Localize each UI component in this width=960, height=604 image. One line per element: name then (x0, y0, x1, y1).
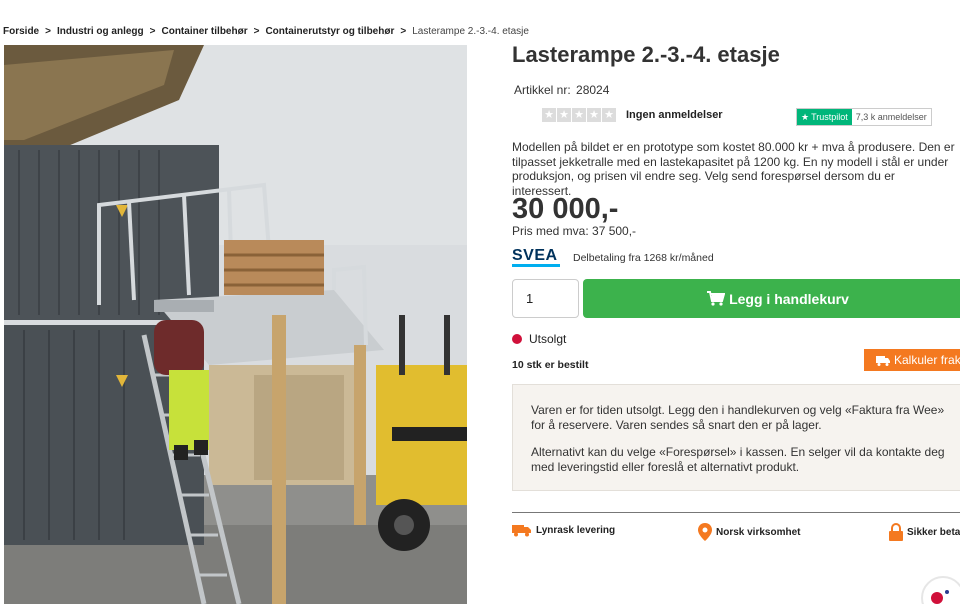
cart-icon (707, 291, 726, 306)
truck-icon (512, 525, 531, 537)
notice-paragraph-2: Alternativt kan du velge «Forespørsel» i… (531, 445, 945, 474)
breadcrumb-link-home[interactable]: Forside (3, 26, 39, 37)
usp-fast-delivery: Lynrask levering (512, 523, 615, 537)
usp-label: Sikker betaling (907, 526, 960, 538)
add-to-cart-button[interactable]: Legg i handlekurv (583, 279, 960, 318)
usp-label: Norsk virksomhet (716, 526, 801, 538)
location-pin-icon (698, 523, 712, 541)
usp-bar: Lynrask levering Norsk virksomhet Sikker… (512, 523, 960, 543)
star-icon: ★ (572, 108, 586, 122)
out-of-stock-notice: Varen er for tiden utsolgt. Legg den i h… (512, 384, 960, 491)
trustpilot-widget[interactable]: ★ Trustpilot 7,3 k anmeldelser (796, 108, 932, 126)
article-number-label: Artikkel nr: (514, 83, 571, 97)
financing-text: Delbetaling fra 1268 kr/måned (573, 252, 714, 264)
review-rating[interactable]: ★ ★ ★ ★ ★ Ingen anmeldelser (542, 108, 723, 122)
reviews-label: Ingen anmeldelser (626, 109, 723, 121)
star-icon: ★ (542, 108, 556, 122)
trustpilot-brand: Trustpilot (811, 112, 848, 122)
product-price: 30 000,- (512, 193, 619, 225)
breadcrumb-separator: > (45, 26, 51, 37)
star-rating: ★ ★ ★ ★ ★ (542, 108, 616, 122)
breadcrumb-separator: > (253, 26, 260, 37)
out-of-stock-dot-icon (512, 334, 522, 344)
article-number: Artikkel nr: 28024 (512, 83, 609, 97)
trustpilot-logo: ★ Trustpilot (797, 109, 852, 125)
calculate-shipping-button[interactable]: Kalkuler frakt (864, 349, 960, 371)
add-to-cart-label: Legg i handlekurv (729, 290, 849, 307)
stock-status: Utsolgt (512, 332, 566, 346)
usp-secure-payment: Sikker betaling (889, 523, 960, 541)
trust-badge[interactable] (921, 576, 960, 604)
star-icon: ★ (587, 108, 601, 122)
notice-paragraph-1: Varen er for tiden utsolgt. Legg den i h… (531, 403, 945, 432)
product-title: Lasterampe 2.-3.-4. etasje (512, 42, 780, 67)
divider (512, 512, 960, 513)
trustpilot-review-count: 7,3 k anmeldelser (855, 112, 927, 122)
breadcrumb-link-industry[interactable]: Industri og anlegg (57, 26, 144, 37)
breadcrumb: Forside > Industri og anlegg > Container til… (3, 26, 529, 37)
calculate-shipping-label: Kalkuler frakt (894, 353, 960, 367)
quantity-input[interactable] (512, 279, 579, 318)
product-photo-illustration (4, 45, 467, 604)
ordered-quantity: 10 stk er bestilt (512, 359, 589, 371)
truck-icon (876, 355, 890, 366)
lock-icon (889, 523, 903, 541)
usp-label: Lynrask levering (536, 524, 616, 536)
breadcrumb-separator: > (149, 26, 156, 37)
breadcrumb-separator: > (400, 26, 407, 37)
svea-logo: SVEA (512, 248, 560, 267)
badge-emblem-icon (931, 590, 949, 604)
stock-status-label: Utsolgt (529, 332, 567, 346)
product-image[interactable] (4, 45, 467, 604)
product-description: Modellen på bildet er en prototype som k… (512, 140, 955, 198)
article-number-value: 28024 (576, 83, 610, 97)
financing-info[interactable]: SVEA Delbetaling fra 1268 kr/måned (512, 248, 714, 267)
breadcrumb-link-container-equipment[interactable]: Containerutstyr og tilbehør (265, 26, 394, 37)
star-icon: ★ (557, 108, 571, 122)
breadcrumb-link-container-accessories[interactable]: Container tilbehør (161, 26, 247, 37)
breadcrumb-current: Lasterampe 2.-3.-4. etasje (412, 26, 529, 37)
usp-norwegian-company: Norsk virksomhet (698, 523, 800, 541)
star-icon: ★ (602, 108, 616, 122)
trustpilot-star-icon: ★ (801, 111, 810, 122)
price-with-vat: Pris med mva: 37 500,- (512, 224, 637, 238)
